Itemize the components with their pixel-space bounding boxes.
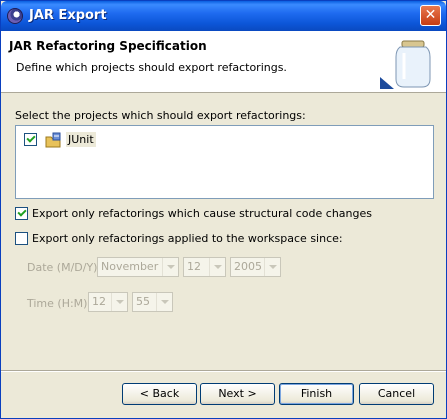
- since-checkbox[interactable]: [15, 232, 28, 245]
- hour-select[interactable]: 12: [88, 292, 128, 312]
- hour-value: 12: [92, 295, 106, 308]
- structural-changes-label: Export only refactorings which cause str…: [32, 207, 373, 220]
- page-title: JAR Refactoring Specification: [9, 39, 207, 53]
- minute-select[interactable]: 55: [132, 292, 173, 312]
- projects-label: Select the projects which should export …: [15, 109, 306, 122]
- chevron-down-icon: [264, 258, 280, 276]
- page-description: Define which projects should export refa…: [16, 61, 287, 74]
- jar-icon: [380, 40, 431, 89]
- button-bar-separator: [1, 370, 446, 372]
- day-value: 12: [187, 260, 201, 273]
- year-value: 2005: [234, 260, 262, 273]
- header-banner: JAR Refactoring Specification Define whi…: [1, 31, 446, 93]
- date-label: Date (M/D/Y):: [27, 261, 102, 274]
- window-title: JAR Export: [29, 8, 107, 23]
- since-label: Export only refactorings applied to the …: [32, 232, 343, 245]
- structural-changes-checkbox[interactable]: [15, 207, 28, 220]
- next-button[interactable]: Next >: [200, 383, 275, 405]
- projects-list[interactable]: JUnit: [15, 125, 434, 199]
- time-label: Time (H:M):: [27, 297, 92, 310]
- project-name: JUnit: [66, 132, 96, 147]
- cancel-button[interactable]: Cancel: [359, 383, 434, 405]
- chevron-down-icon: [156, 293, 172, 311]
- month-value: November: [101, 260, 159, 273]
- title-bar[interactable]: JAR Export ✕: [1, 1, 446, 31]
- chevron-down-icon: [111, 293, 127, 311]
- back-button[interactable]: < Back: [122, 383, 197, 405]
- day-select[interactable]: 12: [183, 257, 226, 277]
- jar-export-dialog: JAR Export ✕ JAR Refactoring Specificati…: [0, 0, 447, 419]
- month-select[interactable]: November: [97, 257, 179, 277]
- java-project-icon: [45, 132, 61, 148]
- year-select[interactable]: 2005: [230, 257, 281, 277]
- minute-value: 55: [136, 295, 150, 308]
- chevron-down-icon: [162, 258, 178, 276]
- chevron-down-icon: [209, 258, 225, 276]
- project-checkbox[interactable]: [24, 133, 37, 146]
- close-button[interactable]: ✕: [420, 5, 441, 26]
- finish-button[interactable]: Finish: [279, 383, 354, 405]
- eclipse-icon: [7, 8, 23, 24]
